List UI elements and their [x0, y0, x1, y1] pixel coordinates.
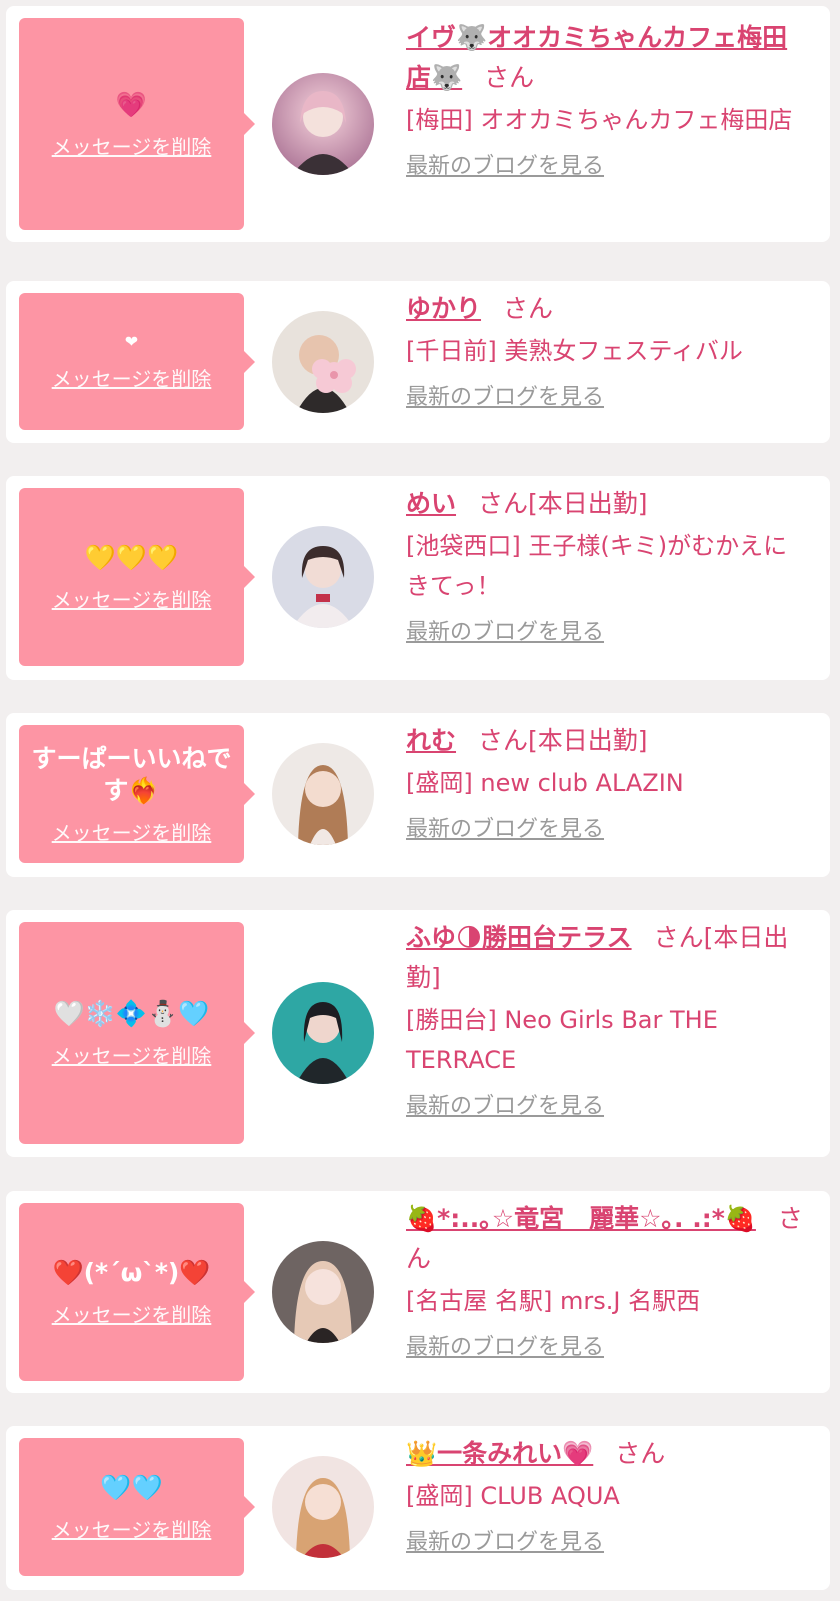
blog-link[interactable]: 最新のブログを見る — [406, 1333, 604, 1363]
girl-info: ゆかり さん [千日前] 美熟女フェスティバル 最新のブログを見る — [406, 289, 806, 413]
avatar[interactable] — [272, 526, 374, 628]
honorific: さん — [484, 63, 535, 92]
avatar[interactable] — [272, 1241, 374, 1343]
honorific: さん — [503, 294, 554, 323]
message-card: ❤ メッセージを削除 ゆかり さん [千日前] 美熟女フェスティバル 最新のブログ… — [6, 281, 830, 443]
message-card: 🩵🩵 メッセージを削除 👑一条みれい💗 さん [盛岡] CLUB AQUA 最新の… — [6, 1426, 830, 1590]
message-bubble: 💛💛💛 メッセージを削除 — [19, 488, 255, 666]
name-line: イヴ🐺オオカミちゃんカフェ梅田店🐺 さん — [406, 18, 806, 98]
blog-link[interactable]: 最新のブログを見る — [406, 152, 604, 182]
name-line: めい さん[本日出勤] — [406, 484, 806, 524]
message-card: すーぱーいいねです❤️‍🔥 メッセージを削除 れむ さん[本日出勤] [盛岡] n… — [6, 713, 830, 877]
girl-info: 👑一条みれい💗 さん [盛岡] CLUB AQUA 最新のブログを見る — [406, 1434, 806, 1558]
girl-info: 🍓*:..｡☆竜宮 麗華☆｡. .:*🍓 さん [名古屋 名駅] mrs.J 名駅… — [406, 1199, 806, 1363]
blog-link[interactable]: 最新のブログを見る — [406, 1092, 604, 1122]
message-text: すーぱーいいねです❤️‍🔥 — [31, 743, 232, 805]
message-text: 💛💛💛 — [84, 542, 179, 572]
name-line: 👑一条みれい💗 さん — [406, 1434, 806, 1474]
message-bubble: 🩵🩵 メッセージを削除 — [19, 1438, 255, 1576]
delete-message-link[interactable]: メッセージを削除 — [52, 817, 212, 846]
avatar[interactable] — [272, 982, 374, 1084]
blog-link[interactable]: 最新のブログを見る — [406, 815, 604, 845]
honorific: さん — [653, 923, 704, 952]
name-line: ゆかり さん — [406, 289, 806, 329]
avatar[interactable] — [272, 73, 374, 175]
name-line: ふゆ🌗勝田台テラス さん[本日出勤] — [406, 918, 806, 998]
avatar[interactable] — [272, 1456, 374, 1558]
name-line: 🍓*:..｡☆竜宮 麗華☆｡. .:*🍓 さん — [406, 1199, 806, 1279]
message-card: 🤍❄️💠⛄️🩵 メッセージを削除 ふゆ🌗勝田台テラス さん[本日出勤] [勝田台]… — [6, 910, 830, 1157]
shop-name: [盛岡] CLUB AQUA — [406, 1482, 620, 1510]
delete-message-link[interactable]: メッセージを削除 — [52, 1040, 212, 1069]
girl-info: めい さん[本日出勤] [池袋西口] 王子様(キミ)がむかえにきてっ！ 最新のブロ… — [406, 484, 806, 648]
shop-name: [千日前] 美熟女フェスティバル — [406, 337, 743, 365]
shop-name: [盛岡] new club ALAZIN — [406, 769, 684, 797]
shop-name: [池袋西口] 王子様(キミ)がむかえにきてっ！ — [406, 532, 788, 600]
girl-name-link[interactable]: イヴ🐺オオカミちゃんカフェ梅田店🐺 — [406, 23, 787, 92]
message-text: 🤍❄️💠⛄️🩵 — [53, 998, 210, 1028]
message-card: ❤️(*´ω`*)❤️ メッセージを削除 🍓*:..｡☆竜宮 麗華☆｡. .:*… — [6, 1191, 830, 1393]
message-text: 💗 — [115, 89, 148, 119]
girl-info: イヴ🐺オオカミちゃんカフェ梅田店🐺 さん [梅田] オオカミちゃんカフェ梅田店 最… — [406, 18, 806, 182]
girl-name-link[interactable]: 👑一条みれい💗 — [406, 1439, 593, 1468]
message-card: 💛💛💛 メッセージを削除 めい さん[本日出勤] [池袋西口] 王子様(キミ)がむ… — [6, 476, 830, 680]
girl-info: れむ さん[本日出勤] [盛岡] new club ALAZIN 最新のブログを見… — [406, 721, 806, 845]
shop-name: [勝田台] Neo Girls Bar THE TERRACE — [406, 1006, 718, 1074]
message-bubble: ❤️(*´ω`*)❤️ メッセージを削除 — [19, 1203, 255, 1381]
delete-message-link[interactable]: メッセージを削除 — [52, 1514, 212, 1543]
message-text: 🩵🩵 — [100, 1472, 163, 1502]
girl-name-link[interactable]: ふゆ🌗勝田台テラス — [406, 923, 632, 952]
honorific: さん — [615, 1439, 666, 1468]
shop-name: [梅田] オオカミちゃんカフェ梅田店 — [406, 106, 793, 134]
delete-message-link[interactable]: メッセージを削除 — [52, 584, 212, 613]
girl-name-link[interactable]: めい — [406, 489, 456, 518]
shop-name: [名古屋 名駅] mrs.J 名駅西 — [406, 1287, 701, 1315]
avatar[interactable] — [272, 743, 374, 845]
delete-message-link[interactable]: メッセージを削除 — [52, 1299, 212, 1328]
honorific: さん — [478, 489, 529, 518]
girl-info: ふゆ🌗勝田台テラス さん[本日出勤] [勝田台] Neo Girls Bar TH… — [406, 918, 806, 1122]
delete-message-link[interactable]: メッセージを削除 — [52, 131, 212, 160]
girl-name-link[interactable]: れむ — [406, 726, 456, 755]
attendance-status: [本日出勤] — [528, 726, 648, 755]
blog-link[interactable]: 最新のブログを見る — [406, 383, 604, 413]
honorific: さん — [478, 726, 529, 755]
girl-name-link[interactable]: 🍓*:..｡☆竜宮 麗華☆｡. .:*🍓 — [406, 1204, 756, 1233]
delete-message-link[interactable]: メッセージを削除 — [52, 363, 212, 392]
message-text: ❤️(*´ω`*)❤️ — [52, 1257, 211, 1287]
message-bubble: 💗 メッセージを削除 — [19, 18, 255, 230]
blog-link[interactable]: 最新のブログを見る — [406, 1528, 604, 1558]
message-bubble: ❤ メッセージを削除 — [19, 293, 255, 430]
avatar[interactable] — [272, 311, 374, 413]
message-bubble: 🤍❄️💠⛄️🩵 メッセージを削除 — [19, 922, 255, 1144]
attendance-status: [本日出勤] — [528, 489, 648, 518]
message-card: 💗 メッセージを削除 イヴ🐺オオカミちゃんカフェ梅田店🐺 さん [梅田] オオカミ… — [6, 6, 830, 242]
message-bubble: すーぱーいいねです❤️‍🔥 メッセージを削除 — [19, 725, 255, 863]
girl-name-link[interactable]: ゆかり — [406, 294, 481, 323]
blog-link[interactable]: 最新のブログを見る — [406, 618, 604, 648]
message-text: ❤ — [124, 332, 139, 351]
name-line: れむ さん[本日出勤] — [406, 721, 806, 761]
